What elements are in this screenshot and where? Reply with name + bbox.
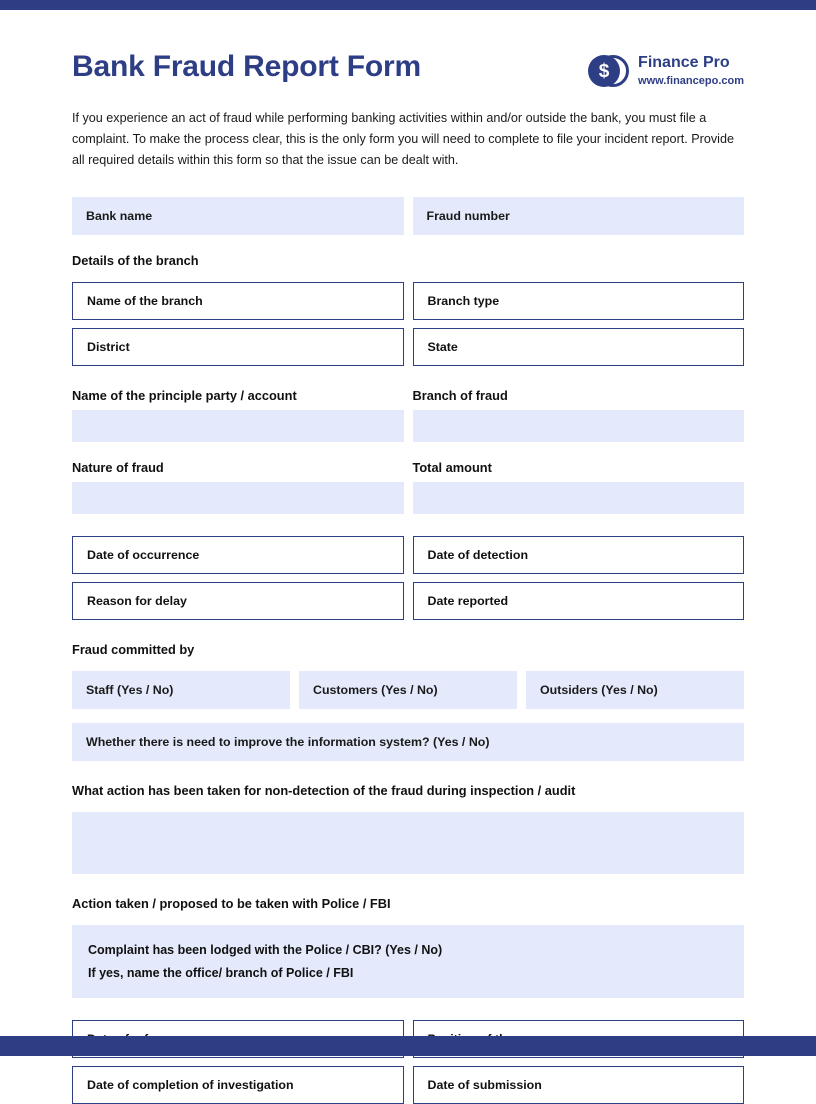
bank-name-label: Bank name (86, 209, 153, 224)
branch-of-fraud-input[interactable] (412, 410, 744, 443)
fraud-number-label: Fraud number (426, 209, 510, 224)
reason-for-delay-field[interactable]: Reason for delay (72, 582, 404, 621)
nature-of-fraud-group: Nature of fraud (72, 460, 404, 515)
staff-label: Staff (Yes / No) (86, 683, 174, 698)
date-of-submission-field[interactable]: Date of submission (412, 1066, 744, 1104)
form-page: Bank Fraud Report Form $ Finance Pro www… (0, 0, 816, 1104)
branch-of-fraud-group: Branch of fraud (412, 388, 744, 443)
branch-row-1: Name of the branch Branch type (72, 282, 744, 321)
nature-of-fraud-input[interactable] (72, 482, 404, 515)
top-accent-bar (0, 0, 816, 10)
committed-by-row: Staff (Yes / No) Customers (Yes / No) Ou… (72, 671, 744, 710)
date-of-occurrence-label: Date of occurrence (87, 548, 200, 563)
non-detection-section: What action has been taken for non-detec… (72, 783, 744, 875)
total-amount-input[interactable] (412, 482, 744, 515)
state-field[interactable]: State (412, 328, 744, 367)
date-of-occurrence-field[interactable]: Date of occurrence (72, 536, 404, 575)
branch-section-heading: Details of the branch (72, 253, 199, 269)
branch-type-label: Branch type (427, 294, 500, 309)
form-content: Bank Fraud Report Form $ Finance Pro www… (0, 10, 816, 1104)
outsiders-field[interactable]: Outsiders (Yes / No) (526, 671, 744, 710)
total-amount-group: Total amount (412, 460, 744, 515)
name-of-branch-field[interactable]: Name of the branch (72, 282, 404, 321)
staff-field[interactable]: Staff (Yes / No) (72, 671, 290, 710)
customers-label: Customers (Yes / No) (313, 683, 438, 698)
improve-system-field[interactable]: Whether there is need to improve the inf… (72, 723, 744, 762)
police-section-heading: Action taken / proposed to be taken with… (72, 896, 391, 912)
police-complaint-line: Complaint has been lodged with the Polic… (88, 943, 443, 958)
brand-name: Finance Pro (638, 54, 730, 72)
non-detection-heading: What action has been taken for non-detec… (72, 783, 576, 799)
coin-front-shape: $ (588, 55, 621, 87)
branch-of-fraud-label: Branch of fraud (412, 388, 508, 404)
branch-section: Details of the branch Name of the branch… (72, 253, 744, 367)
branch-type-field[interactable]: Branch type (412, 282, 744, 321)
customers-field[interactable]: Customers (Yes / No) (299, 671, 517, 710)
intro-paragraph: If you experience an act of fraud while … (72, 111, 734, 168)
coin-dollar-icon: $ (587, 52, 630, 90)
brand-text: Finance Pro www.financepo.com (638, 54, 744, 87)
district-label: District (87, 340, 130, 355)
district-field[interactable]: District (72, 328, 404, 367)
nature-row: Nature of fraud Total amount (72, 460, 744, 515)
branch-row-2: District State (72, 328, 744, 367)
brand-logo: $ Finance Pro www.financepo.com (587, 44, 744, 90)
party-row: Name of the principle party / account Br… (72, 388, 744, 443)
outsiders-label: Outsiders (Yes / No) (540, 683, 658, 698)
form-header: Bank Fraud Report Form $ Finance Pro www… (72, 10, 744, 90)
name-of-branch-label: Name of the branch (87, 294, 203, 309)
bank-name-field[interactable]: Bank name (72, 197, 404, 236)
bank-identity-row: Bank name Fraud number (72, 197, 744, 236)
fraud-number-field[interactable]: Fraud number (412, 197, 744, 236)
non-detection-textarea[interactable] (72, 812, 744, 875)
date-of-detection-label: Date of detection (427, 548, 529, 563)
closing-row-2: Date of completion of investigation Date… (72, 1066, 744, 1104)
bottom-accent-bar (0, 1036, 816, 1056)
principle-party-input[interactable] (72, 410, 404, 443)
date-of-submission-label: Date of submission (427, 1078, 542, 1093)
dates-row-2: Reason for delay Date reported (72, 582, 744, 621)
total-amount-label: Total amount (412, 460, 492, 476)
page-title: Bank Fraud Report Form (72, 50, 421, 83)
committed-by-heading: Fraud committed by (72, 642, 195, 658)
date-reported-label: Date reported (427, 594, 509, 609)
reason-for-delay-label: Reason for delay (87, 594, 187, 609)
principle-party-label: Name of the principle party / account (72, 388, 297, 404)
police-questions-block[interactable]: Complaint has been lodged with the Polic… (72, 925, 744, 999)
nature-of-fraud-label: Nature of fraud (72, 460, 164, 476)
dates-row-1: Date of occurrence Date of detection (72, 536, 744, 575)
police-office-line: If yes, name the office/ branch of Polic… (88, 965, 354, 980)
improve-system-label: Whether there is need to improve the inf… (86, 735, 490, 750)
date-reported-field[interactable]: Date reported (412, 582, 744, 621)
committed-by-section: Fraud committed by Staff (Yes / No) Cust… (72, 642, 744, 710)
state-label: State (427, 340, 458, 355)
principle-party-group: Name of the principle party / account (72, 388, 404, 443)
date-of-detection-field[interactable]: Date of detection (412, 536, 744, 575)
date-of-completion-label: Date of completion of investigation (87, 1078, 294, 1093)
police-section: Action taken / proposed to be taken with… (72, 896, 744, 999)
brand-url: www.financepo.com (638, 74, 744, 87)
date-of-completion-field[interactable]: Date of completion of investigation (72, 1066, 404, 1104)
